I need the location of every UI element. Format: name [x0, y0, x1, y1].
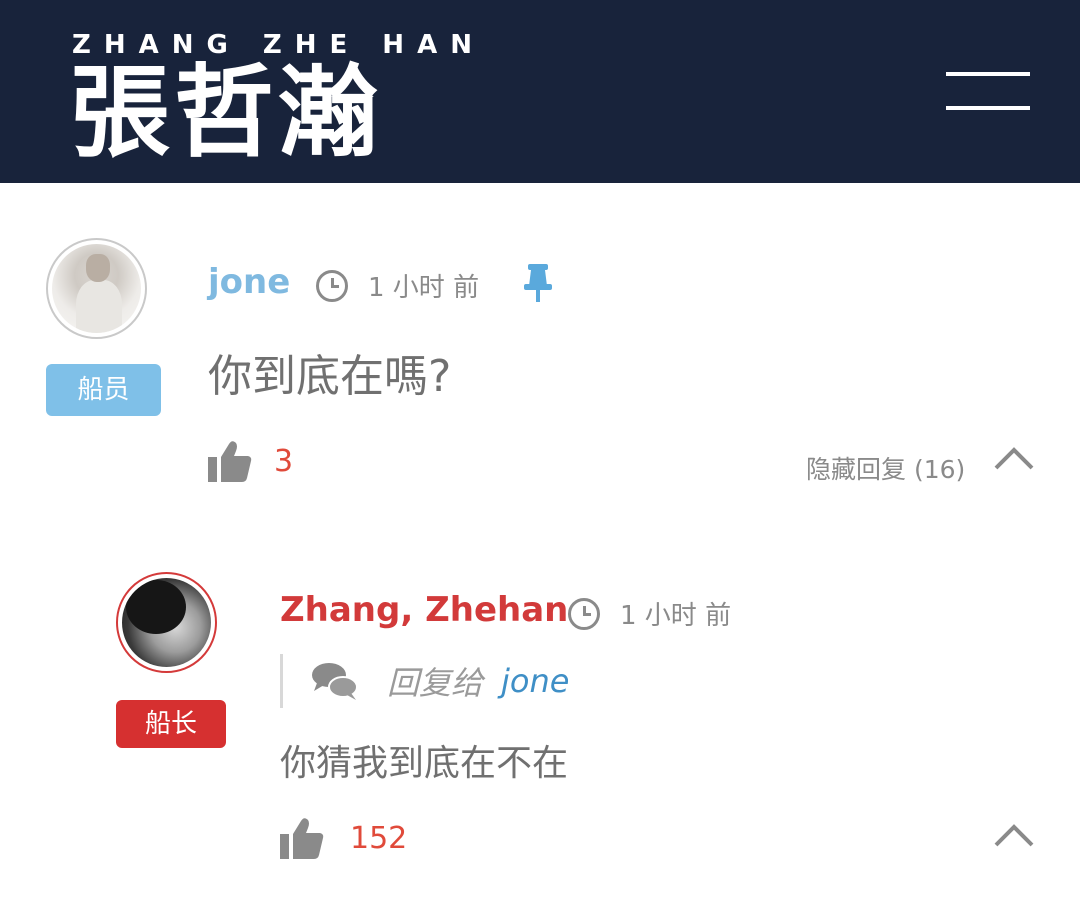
comment-time: 1 小时 前 — [316, 267, 479, 304]
reply-quote: 回复给 jone — [280, 654, 683, 708]
like-count: 3 — [274, 443, 294, 479]
site-header: ZHANG ZHE HAN 張哲瀚 — [0, 0, 1080, 183]
brand-cjk-logo[interactable]: 張哲瀚 — [70, 62, 382, 162]
time-text: 1 小时 前 — [620, 601, 732, 631]
captain-badge: 船长 — [116, 700, 226, 748]
reply-to-label: 回复给 — [387, 664, 484, 702]
hide-replies-link[interactable]: 隐藏回复 (16) — [806, 450, 965, 486]
time-text: 1 小时 前 — [368, 273, 480, 303]
comment-time: 1 小时 前 — [568, 595, 731, 632]
pin-icon — [524, 264, 552, 302]
avatar[interactable] — [46, 238, 147, 339]
clock-icon — [568, 597, 600, 630]
comment-text: 你到底在嗎? — [208, 351, 452, 402]
menu-line — [946, 106, 1030, 110]
clock-icon — [316, 269, 348, 302]
thumbs-up-icon[interactable] — [280, 817, 324, 859]
like-row: 152 — [280, 817, 407, 859]
hamburger-menu-icon[interactable] — [944, 70, 1032, 114]
like-row: 3 — [208, 440, 293, 482]
avatar[interactable] — [116, 572, 217, 673]
avatar-face — [86, 254, 110, 282]
chevron-up-icon[interactable] — [994, 446, 1034, 470]
chat-bubbles-icon — [312, 663, 358, 700]
menu-line — [946, 72, 1030, 76]
comment-author[interactable]: Zhang, Zhehan — [280, 590, 568, 630]
chevron-up-icon[interactable] — [994, 823, 1034, 847]
comment-text: 你猜我到底在不在 — [280, 743, 569, 784]
thumbs-up-icon[interactable] — [208, 440, 252, 482]
avatar-hair — [126, 580, 186, 634]
member-badge: 船员 — [46, 364, 161, 416]
reply-target-link[interactable]: jone — [501, 662, 569, 700]
avatar-figure — [76, 280, 122, 333]
avatar-image — [52, 244, 141, 333]
comment-author[interactable]: jone — [208, 262, 290, 302]
avatar-image — [122, 578, 211, 667]
like-count: 152 — [350, 820, 408, 856]
